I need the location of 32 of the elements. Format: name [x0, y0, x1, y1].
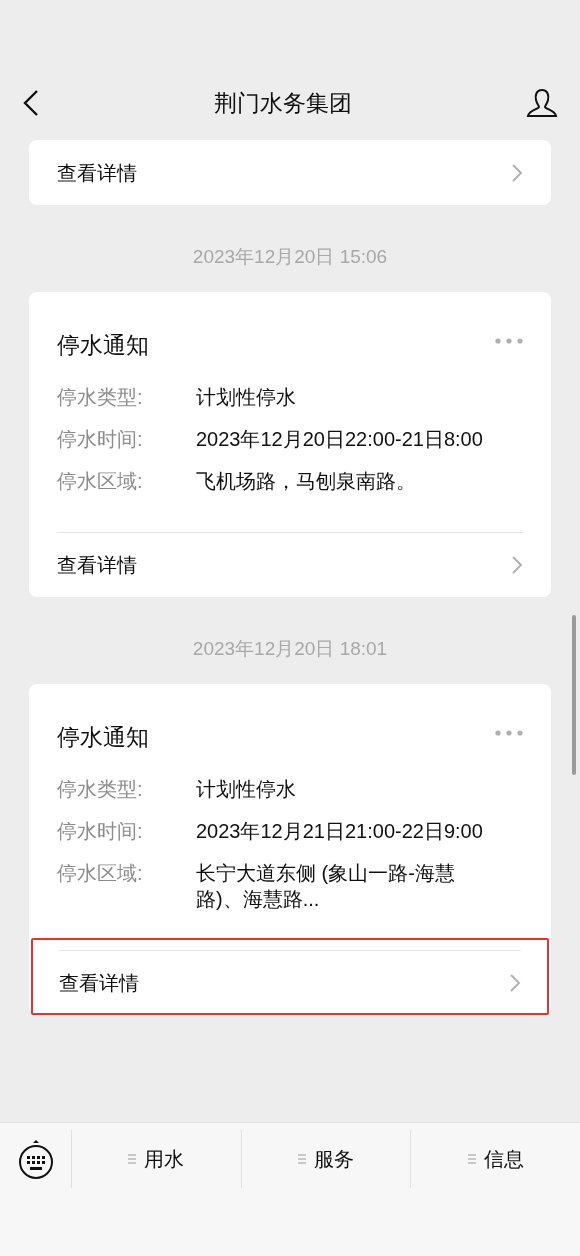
menu-tab[interactable]: 信息 — [410, 1130, 580, 1188]
card-title: 停水通知 — [57, 722, 149, 752]
person-icon[interactable] — [526, 88, 558, 118]
field-value: 计划性停水 — [196, 777, 297, 802]
field-label: 停水时间: — [57, 819, 144, 844]
chevron-right-icon — [509, 973, 521, 993]
menu-icon — [467, 1154, 476, 1164]
chevron-right-icon — [511, 555, 523, 575]
field-value: 2023年12月21日21:00-22日9:00 — [196, 819, 484, 844]
view-details-link[interactable]: 查看详情 — [57, 532, 523, 597]
window-title: 荆门水务集团 — [214, 88, 352, 118]
field-value: 飞机场路，马刨泉南路。 — [196, 469, 417, 494]
view-details-link[interactable]: 查看详情 — [57, 140, 523, 205]
field-label: 停水区域: — [57, 469, 144, 494]
menu-tab[interactable]: 用水 — [71, 1130, 241, 1188]
back-icon[interactable] — [22, 89, 40, 117]
field-label: 停水时间: — [57, 427, 144, 452]
menu-tab[interactable]: 服务 — [240, 1130, 411, 1188]
field-value: 2023年12月20日22:00-21日8:00 — [196, 427, 484, 452]
timestamp: 2023年12月20日 15:06 — [191, 245, 389, 269]
field-label: 停水类型: — [57, 777, 144, 802]
chevron-right-icon — [511, 162, 523, 183]
field-value: 计划性停水 — [196, 385, 297, 410]
timestamp: 2023年12月20日 18:01 — [191, 637, 389, 661]
menu-icon — [128, 1154, 137, 1164]
keyboard-icon[interactable] — [17, 1138, 54, 1180]
view-details-link[interactable]: 查看详情 — [59, 950, 521, 1015]
card-title: 停水通知 — [57, 330, 149, 360]
menu-icon — [298, 1154, 306, 1164]
field-value: 长宁大道东侧 (象山一路-海慧路)、海慧路... — [196, 861, 456, 912]
field-label: 停水区域: — [57, 861, 144, 886]
field-label: 停水类型: — [57, 385, 144, 410]
